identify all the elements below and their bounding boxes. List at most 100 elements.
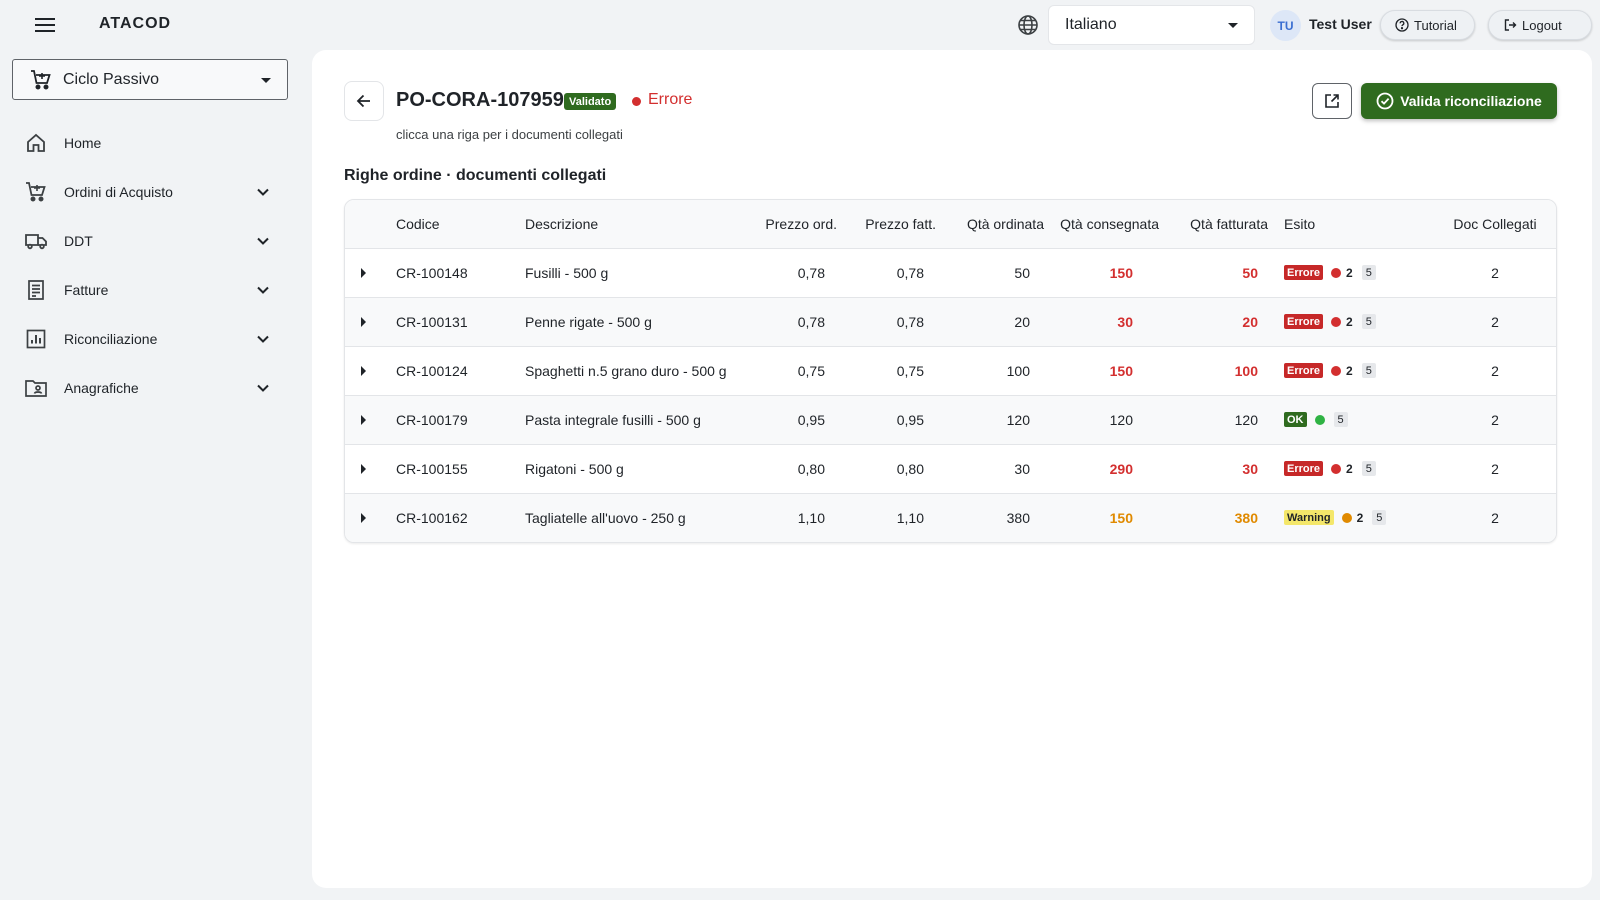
sidebar-item-ordini-di-acquisto[interactable]: Ordini di Acquisto (0, 167, 300, 216)
table-row[interactable]: CR-100179 Pasta integrale fusilli - 500 g… (345, 394, 1556, 444)
expand-cell[interactable] (345, 394, 391, 444)
header-prezzo-ord[interactable]: Prezzo ord. (735, 200, 841, 248)
cell-prezzo-ord: 0,95 (735, 394, 841, 444)
cell-prezzo-ord: 1,10 (735, 492, 841, 542)
esito-badge: Warning (1284, 510, 1334, 526)
top-bar: ATACOD Italiano TU Test User Tutorial Lo… (0, 0, 1600, 50)
cell-qta-fatturata: 20 (1163, 296, 1272, 346)
header-expand (345, 200, 391, 248)
esito-dot-icon (1331, 463, 1342, 474)
sidebar-item-label: Home (64, 134, 102, 151)
cell-prezzo-fatt: 1,10 (841, 492, 940, 542)
section-title: Righe ordine · documenti collegati (344, 167, 607, 184)
avatar[interactable]: TU (1270, 10, 1301, 41)
expand-cell[interactable] (345, 345, 391, 395)
arrow-left-icon (356, 94, 370, 108)
esito-badge: OK (1284, 412, 1307, 427)
header-descrizione[interactable]: Descrizione (520, 200, 735, 248)
expand-cell[interactable] (345, 296, 391, 346)
cell-prezzo-ord: 0,78 (735, 296, 841, 346)
cell-descrizione: Pasta integrale fusilli - 500 g (520, 394, 735, 444)
logout-button[interactable]: Logout (1488, 10, 1592, 40)
header-esito[interactable]: Esito (1272, 200, 1424, 248)
cell-prezzo-fatt: 0,75 (841, 345, 940, 395)
validate-reconciliation-button[interactable]: Valida riconciliazione (1361, 83, 1557, 119)
globe-icon (1017, 14, 1039, 36)
validate-label: Valida riconciliazione (1400, 93, 1542, 109)
cell-esito: Errore 2 5 (1272, 296, 1424, 346)
module-select[interactable]: Ciclo Passivo (12, 59, 288, 100)
chevron-down-icon (261, 78, 271, 83)
header-codice[interactable]: Codice (391, 200, 520, 248)
cell-qta-fatturata: 380 (1163, 492, 1272, 542)
expand-arrow-icon[interactable] (361, 365, 366, 376)
cell-prezzo-fatt: 0,80 (841, 443, 940, 493)
menu-icon[interactable] (30, 12, 60, 38)
expand-arrow-icon[interactable] (361, 512, 366, 523)
sidebar-item-home[interactable]: Home (0, 118, 300, 167)
esito-dot-icon (1314, 414, 1325, 425)
open-external-icon (1325, 94, 1339, 108)
cell-descrizione: Penne rigate - 500 g (520, 296, 735, 346)
cell-qta-ordinata: 100 (940, 345, 1048, 395)
esito-count: 2 (1346, 314, 1353, 329)
chevron-down-icon (257, 237, 269, 245)
table-row[interactable]: CR-100131 Penne rigate - 500 g 0,78 0,78 20 3… (345, 296, 1556, 346)
logout-label: Logout (1522, 17, 1562, 33)
expand-cell[interactable] (345, 247, 391, 297)
esito-badge: Errore (1284, 363, 1324, 378)
module-value: Ciclo Passivo (63, 70, 160, 88)
truck-icon (24, 229, 48, 253)
sidebar-item-riconciliazione[interactable]: Riconciliazione (0, 314, 300, 363)
header-qta-consegnata[interactable]: Qtà consegnata (1048, 200, 1163, 248)
chevron-down-icon (1228, 23, 1238, 28)
sidebar-nav: Home Ordini di Acquisto DDT Fatture Rico… (0, 118, 300, 412)
sidebar-item-ddt[interactable]: DDT (0, 216, 300, 265)
brand-logo: ATACOD (99, 15, 172, 32)
expand-cell[interactable] (345, 443, 391, 493)
esito-badge: Errore (1284, 314, 1324, 329)
chevron-down-icon (257, 335, 269, 343)
back-button[interactable] (344, 81, 384, 121)
expand-arrow-icon[interactable] (361, 316, 366, 327)
esito-chip: 5 (1372, 510, 1387, 526)
cell-prezzo-ord: 0,78 (735, 247, 841, 297)
validated-badge: Validato (564, 93, 617, 110)
expand-cell[interactable] (345, 492, 391, 542)
cell-esito: Errore 2 5 (1272, 247, 1424, 297)
table-row[interactable]: CR-100124 Spaghetti n.5 grano duro - 500 … (345, 345, 1556, 395)
language-value: Italiano (1065, 16, 1117, 33)
header-doc-collegati[interactable]: Doc Collegati (1424, 200, 1556, 248)
header-qta-ordinata[interactable]: Qtà ordinata (940, 200, 1048, 248)
cell-esito: Errore 2 5 (1272, 443, 1424, 493)
table-header-row: Codice Descrizione Prezzo ord. Prezzo fa… (345, 200, 1556, 248)
contact-folder-icon (24, 376, 48, 400)
header-prezzo-fatt[interactable]: Prezzo fatt. (841, 200, 940, 248)
language-select[interactable]: Italiano (1048, 5, 1255, 45)
page-subtitle: clicca una riga per i documenti collegat… (396, 127, 623, 142)
cell-codice: CR-100131 (391, 296, 520, 346)
status-text: Errore (648, 91, 693, 108)
table-row[interactable]: CR-100162 Tagliatelle all'uovo - 250 g 1,1… (345, 492, 1556, 542)
cell-esito: OK 5 (1272, 394, 1424, 444)
cell-descrizione: Rigatoni - 500 g (520, 443, 735, 493)
expand-arrow-icon[interactable] (361, 463, 366, 474)
cell-qta-ordinata: 380 (940, 492, 1048, 542)
sidebar-item-anagrafiche[interactable]: Anagrafiche (0, 363, 300, 412)
status-dot-icon (632, 97, 641, 106)
chevron-down-icon (257, 286, 269, 294)
sidebar-item-fatture[interactable]: Fatture (0, 265, 300, 314)
user-name: Test User (1309, 16, 1372, 32)
expand-arrow-icon[interactable] (361, 414, 366, 425)
open-external-button[interactable] (1312, 83, 1352, 119)
esito-badge: Errore (1284, 265, 1324, 280)
chevron-down-icon (257, 188, 269, 196)
expand-arrow-icon[interactable] (361, 267, 366, 278)
table-row[interactable]: CR-100148 Fusilli - 500 g 0,78 0,78 50 150 50 E… (345, 247, 1556, 297)
tutorial-button[interactable]: Tutorial (1380, 10, 1475, 40)
cell-descrizione: Spaghetti n.5 grano duro - 500 g (520, 345, 735, 395)
cell-descrizione: Fusilli - 500 g (520, 247, 735, 297)
header-qta-fatturata[interactable]: Qtà fatturata (1163, 200, 1272, 248)
table-row[interactable]: CR-100155 Rigatoni - 500 g 0,80 0,80 30 290 30… (345, 443, 1556, 493)
cart-icon (31, 69, 51, 89)
